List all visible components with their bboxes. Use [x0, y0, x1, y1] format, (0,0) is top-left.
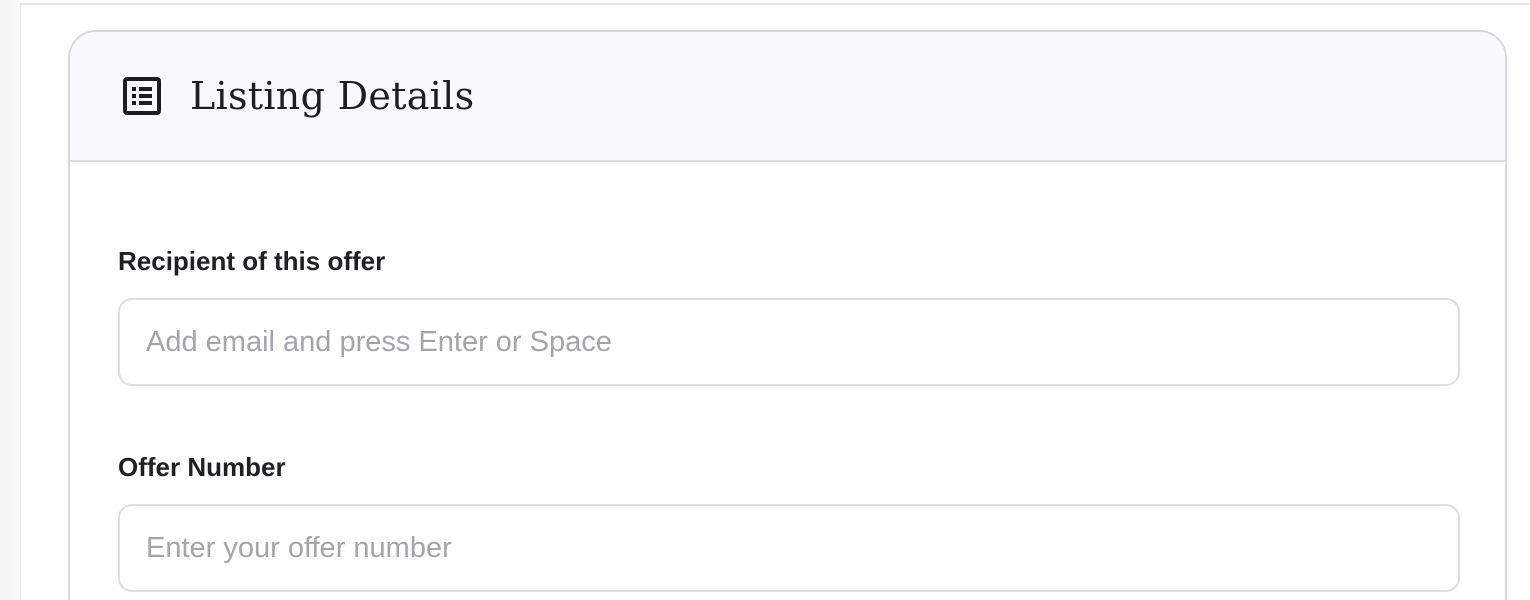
- card-header: Listing Details: [70, 32, 1505, 162]
- top-divider: [20, 0, 1530, 5]
- listing-details-card: Listing Details Recipient of this offer …: [68, 30, 1507, 600]
- offer-number-field-group: Offer Number: [118, 452, 1460, 592]
- recipient-label: Recipient of this offer: [118, 246, 386, 276]
- recipient-email-input[interactable]: [118, 298, 1460, 386]
- recipient-field-group: Recipient of this offer: [118, 246, 1460, 386]
- page: Listing Details Recipient of this offer …: [0, 0, 1530, 600]
- card-title: Listing Details: [190, 74, 475, 118]
- offer-number-label: Offer Number: [118, 452, 286, 482]
- card-body: Recipient of this offer Offer Number: [70, 162, 1505, 592]
- left-panel-edge: [0, 0, 21, 600]
- list-details-icon: [122, 76, 162, 116]
- offer-number-input[interactable]: [118, 504, 1460, 592]
